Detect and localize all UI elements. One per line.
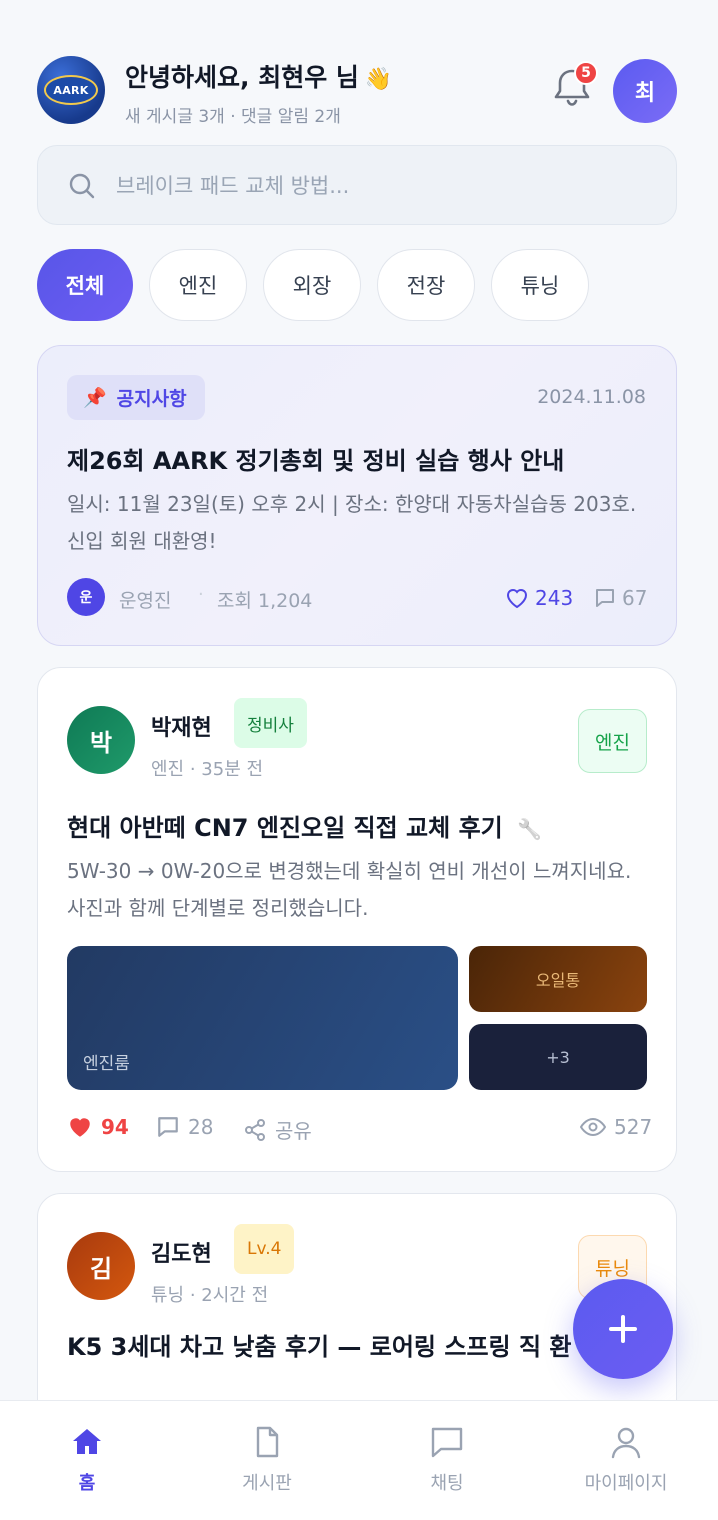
- home-icon: [73, 1429, 101, 1454]
- tab-home[interactable]: 홈: [17, 1425, 157, 1515]
- profile-avatar[interactable]: 최: [613, 59, 677, 123]
- separator-dot: ·: [198, 584, 204, 605]
- notice-like-button[interactable]: 243: [505, 586, 573, 610]
- notice-tag: 📌 공지사항: [67, 375, 205, 420]
- logo-text: AARK: [44, 75, 98, 105]
- bottom-tab-bar: 홈 게시판 채팅 마이페이지: [0, 1400, 718, 1520]
- club-logo[interactable]: AARK: [37, 56, 105, 124]
- post-meta: 엔진 · 35분 전: [151, 759, 264, 780]
- more-images-thumb[interactable]: +3: [469, 1024, 647, 1090]
- tab-label: 홈: [78, 1473, 96, 1494]
- heart-filled-icon: [70, 1118, 90, 1137]
- share-label: 공유: [275, 1119, 312, 1143]
- notice-views: 조회 1,204: [217, 590, 313, 612]
- post-meta: 튜닝 · 2시간 전: [151, 1285, 269, 1306]
- greeting: 안녕하세요, 최현우 님 👋: [125, 58, 392, 94]
- notice-tag-label: 공지사항: [116, 388, 187, 410]
- image-caption: 엔진룸: [83, 1054, 130, 1074]
- filter-chip-tuning[interactable]: 튜닝: [491, 249, 589, 321]
- greeting-text: 안녕하세요, 최현우 님: [125, 63, 359, 92]
- eye-icon: [580, 1117, 606, 1137]
- view-count: 527: [580, 1115, 652, 1139]
- search-bar[interactable]: [37, 145, 677, 225]
- category-badge: 엔진: [578, 709, 647, 773]
- tab-chat[interactable]: 채팅: [377, 1425, 517, 1515]
- wave-emoji: 👋: [364, 67, 393, 92]
- author-avatar[interactable]: 김: [67, 1232, 135, 1300]
- tab-label: 마이페이지: [584, 1473, 668, 1494]
- notice-comments: 67: [622, 586, 648, 610]
- notice-date: 2024.11.08: [537, 386, 646, 408]
- notice-likes: 243: [535, 586, 574, 610]
- author-role-badge: 정비사: [234, 698, 307, 748]
- search-input[interactable]: [116, 164, 656, 208]
- author-level-badge: Lv.4: [234, 1224, 295, 1274]
- filter-chip-engine[interactable]: 엔진: [149, 249, 247, 321]
- wrench-icon: 🔧: [517, 817, 542, 841]
- tab-label: 게시판: [242, 1473, 292, 1494]
- notice-body: 일시: 11월 23일(토) 오후 2시 | 장소: 한양대 자동차실습동 20…: [67, 492, 637, 553]
- tab-label: 채팅: [430, 1473, 464, 1494]
- notice-title: 제26회 AARK 정기총회 및 정비 실습 행사 안내: [67, 447, 565, 475]
- filter-chip-all[interactable]: 전체: [37, 249, 133, 321]
- pin-icon: 📌: [83, 387, 107, 409]
- notice-author: 운영진: [119, 590, 172, 612]
- comment-icon: [596, 589, 614, 607]
- filter-chip-electrical[interactable]: 전장: [377, 249, 475, 321]
- comment-count: 28: [188, 1115, 214, 1139]
- notification-badge: 5: [574, 61, 598, 85]
- author-avatar: 운: [67, 578, 105, 616]
- author-name[interactable]: 김도현: [151, 1236, 212, 1268]
- share-button[interactable]: 공유: [243, 1115, 312, 1144]
- app-header: AARK 안녕하세요, 최현우 님 👋 새 게시글 3개 · 댓글 알림 2개 5…: [37, 56, 677, 127]
- category-filter: 전체 엔진 외장 전장 튜닝: [37, 249, 589, 321]
- filter-chip-exterior[interactable]: 외장: [263, 249, 361, 321]
- post-card[interactable]: 박 박재현 정비사 엔진 · 35분 전 엔진 현대 아반떼 CN7 엔진오일 …: [37, 667, 677, 1172]
- post-image-main[interactable]: 엔진룸: [67, 946, 458, 1090]
- post-title: K5 3세대 차고 낮춤 후기 — 로어링 스프링 직 환: [67, 1333, 572, 1361]
- notice-footer: 운 운영진 · 조회 1,204 243 67: [67, 576, 649, 618]
- notice-comment-button[interactable]: 67: [594, 586, 647, 610]
- notice-card[interactable]: 📌 공지사항 2024.11.08 제26회 AARK 정기총회 및 정비 실습…: [37, 345, 677, 646]
- post-title: 현대 아반떼 CN7 엔진오일 직접 교체 후기 🔧: [67, 808, 542, 843]
- post-body: 5W-30 → 0W-20으로 변경했는데 확실히 연비 개선이 느껴지네요. …: [67, 859, 632, 920]
- comment-icon: [158, 1117, 178, 1137]
- new-post-button[interactable]: [573, 1279, 673, 1379]
- tab-board[interactable]: 게시판: [197, 1425, 337, 1515]
- author-name[interactable]: 박재현: [151, 710, 212, 742]
- heart-icon: [506, 589, 528, 609]
- document-icon: [256, 1426, 279, 1458]
- chat-icon: [431, 1427, 463, 1458]
- search-icon: [69, 173, 95, 199]
- user-icon: [611, 1427, 641, 1459]
- plus-icon: [609, 1315, 637, 1343]
- like-button[interactable]: 94: [67, 1115, 129, 1139]
- share-icon: [245, 1118, 265, 1141]
- tab-mypage[interactable]: 마이페이지: [556, 1425, 696, 1515]
- author-avatar[interactable]: 박: [67, 706, 135, 774]
- greeting-subtitle: 새 게시글 3개 · 댓글 알림 2개: [125, 107, 341, 127]
- post-title-text: 현대 아반떼 CN7 엔진오일 직접 교체 후기: [67, 814, 503, 842]
- comment-button[interactable]: 28: [156, 1115, 213, 1139]
- like-count: 94: [101, 1115, 129, 1139]
- views-value: 527: [614, 1115, 653, 1139]
- post-image-thumb[interactable]: 오일통: [469, 946, 647, 1012]
